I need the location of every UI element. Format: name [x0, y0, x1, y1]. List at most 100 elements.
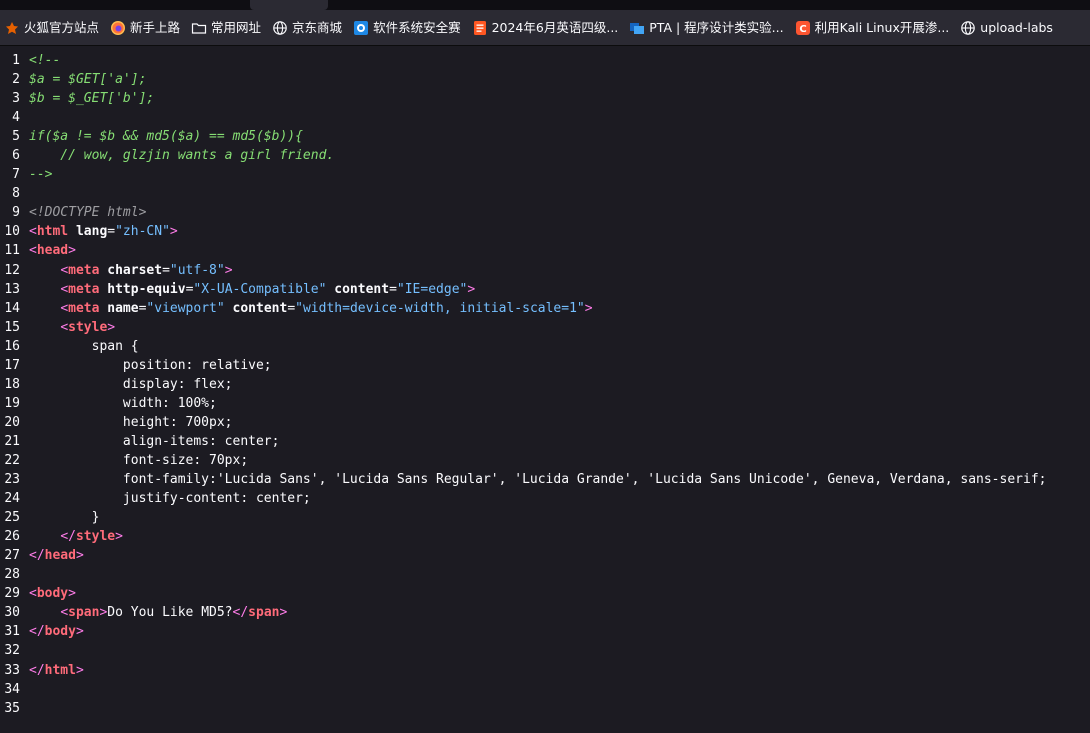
code-token: name — [107, 300, 139, 316]
code-token: span { — [29, 338, 139, 354]
source-line: 27 </head> — [0, 546, 1046, 565]
bookmark-item[interactable]: PTA | 程序设计类实验... — [625, 16, 789, 40]
line-number: 17 — [4, 357, 20, 373]
line-content: </head> — [29, 546, 84, 565]
bookmark-label: PTA | 程序设计类实验... — [649, 19, 784, 35]
code-token: </ — [29, 662, 45, 678]
line-content: <meta name="viewport" content="width=dev… — [29, 299, 592, 318]
source-line: 2 $a = $GET['a']; — [0, 70, 1046, 89]
line-number: 10 — [4, 224, 20, 240]
source-line: 1 <!-- — [0, 51, 1046, 70]
code-token: http-equiv — [107, 281, 186, 297]
line-content: <html lang="zh-CN"> — [29, 222, 178, 241]
code-token: > — [68, 586, 76, 602]
bookmark-label: 新手上路 — [130, 19, 181, 35]
code-token: = — [287, 300, 296, 316]
source-line: 24 justify-content: center; — [0, 489, 1046, 508]
line-content: <span>Do You Like MD5?</span> — [29, 603, 287, 622]
line-content: justify-content: center; — [29, 489, 311, 508]
line-number: 15 — [4, 319, 20, 335]
code-token: content — [334, 281, 390, 297]
code-token: <!-- — [29, 53, 61, 68]
line-number: 34 — [4, 681, 20, 697]
line-number: 21 — [4, 433, 20, 449]
code-token: html — [36, 224, 69, 240]
line-content: </style> — [29, 527, 123, 546]
code-token: "X-UA-Compatible" — [193, 281, 327, 297]
code-token: </ — [29, 624, 45, 640]
bookmark-item[interactable]: upload-labs — [956, 16, 1059, 40]
bookmark-item[interactable]: 软件系统安全赛 — [349, 16, 467, 40]
line-content: font-family:'Lucida Sans', 'Lucida Sans … — [29, 470, 1047, 489]
code-token: < — [60, 319, 69, 335]
source-line: 14 <meta name="viewport" content="width=… — [0, 299, 1046, 318]
code-token: > — [107, 319, 116, 335]
line-number: 5 — [12, 129, 20, 145]
source-line: 10 <html lang="zh-CN"> — [0, 222, 1046, 241]
bookmark-item[interactable]: 2024年6月英语四级... — [468, 16, 625, 40]
bookmark-item[interactable]: 火狐官方站点 — [0, 16, 105, 40]
code-token: > — [467, 281, 476, 297]
code-token: > — [75, 662, 84, 678]
code-token: display: flex; — [29, 376, 233, 392]
source-line: 22 font-size: 70px; — [0, 451, 1046, 470]
code-token: content — [232, 300, 288, 316]
bookmark-item[interactable]: 常用网址 — [187, 16, 267, 40]
code-token: > — [224, 262, 233, 278]
line-content: height: 700px; — [29, 413, 233, 432]
line-number: 4 — [12, 110, 20, 126]
code-token: meta — [68, 300, 100, 316]
bookmark-item[interactable]: C 利用Kali Linux开展渗... — [791, 16, 956, 40]
code-token: < — [60, 281, 69, 297]
code-token: </ — [232, 605, 249, 621]
code-token: "zh-CN" — [115, 224, 170, 240]
line-content: <style> — [29, 318, 115, 337]
line-content: span { — [29, 337, 139, 356]
line-content: font-size: 70px; — [29, 451, 248, 470]
source-line: 31 </body> — [0, 622, 1046, 641]
line-content: </html> — [29, 661, 84, 680]
source-line: 6 // wow, glzjin wants a girl friend. — [0, 146, 1046, 165]
source-line: 21 align-items: center; — [0, 432, 1046, 451]
source-line: 26 </style> — [0, 527, 1046, 546]
source-line: 32 — [0, 641, 1046, 660]
line-number: 23 — [4, 472, 20, 488]
line-content: --> — [29, 165, 52, 184]
code-token: < — [60, 605, 69, 621]
code-token: $a = $GET['a']; — [29, 72, 147, 88]
firefox-logo-icon — [110, 20, 126, 36]
code-token: html — [44, 662, 76, 678]
code-token: < — [60, 262, 69, 278]
line-content: position: relative; — [29, 356, 272, 375]
bookmark-item[interactable]: 京东商城 — [268, 16, 348, 40]
code-token: "width=device-width, initial-scale=1" — [295, 300, 585, 316]
active-tab[interactable] — [250, 0, 328, 10]
code-token: style — [75, 529, 116, 545]
source-line: 7 --> — [0, 165, 1046, 184]
line-number: 28 — [4, 567, 20, 583]
code-token: > — [75, 624, 84, 640]
code-token: --> — [29, 167, 53, 183]
code-token: > — [169, 224, 178, 240]
line-number: 12 — [4, 262, 20, 278]
tab-strip — [0, 0, 1090, 10]
code-token: <!DOCTYPE html> — [29, 205, 147, 221]
svg-text:C: C — [799, 24, 806, 35]
code-token: > — [279, 605, 288, 621]
code-token: lang — [75, 224, 108, 240]
code-token: > — [115, 529, 123, 545]
line-number: 19 — [4, 395, 20, 411]
view-source-pane: 1 <!-- 2 $a = $GET['a']; 3 $b = $_GET['b']; 4 5… — [0, 47, 1090, 733]
source-line: 18 display: flex; — [0, 375, 1046, 394]
line-content: <!-- — [29, 51, 60, 70]
bookmark-label: 常用网址 — [211, 19, 262, 35]
source-code: 1 <!-- 2 $a = $GET['a']; 3 $b = $_GET['b']; 4 5… — [0, 51, 1046, 718]
code-token: < — [29, 586, 37, 602]
line-number: 27 — [4, 548, 20, 564]
bookmark-item[interactable]: 新手上路 — [106, 16, 186, 40]
code-token: style — [68, 319, 108, 335]
